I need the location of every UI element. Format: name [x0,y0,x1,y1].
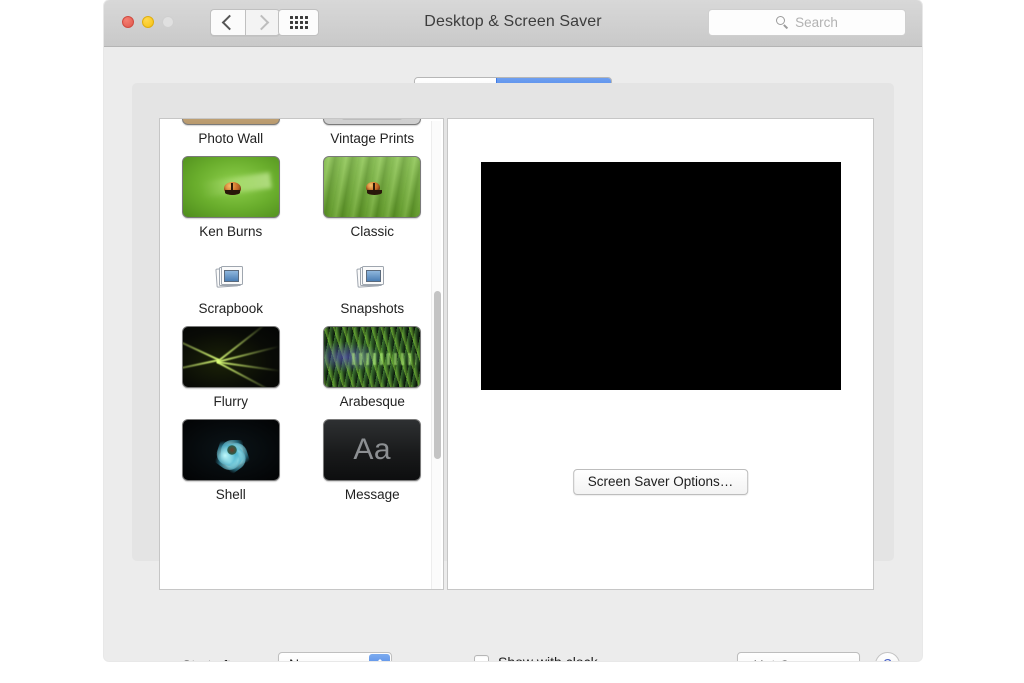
screenshot-canvas: Desktop & Screen Saver Search Desktop Sc… [0,0,1024,683]
screensaver-item-scrapbook[interactable]: Scrapbook [160,249,302,317]
screensaver-item-vintage-prints[interactable]: Vintage Prints [302,119,444,147]
message-thumbnail: Aa [323,419,422,481]
start-after-label: Start after: [182,657,247,661]
show-with-clock-label: Show with clock [498,654,598,661]
photo-wall-thumbnail [181,119,280,125]
search-input[interactable]: Search [708,9,906,36]
arabesque-thumbnail [323,326,422,388]
show-with-clock-checkbox[interactable] [474,654,489,661]
screensaver-preview-pane: Screen Saver Options… [447,118,874,590]
vintage-prints-thumbnail [323,119,422,125]
start-after-value: Never [289,656,326,661]
search-icon [776,16,789,29]
screensaver-label: Scrapbook [198,301,264,316]
screensaver-item-classic[interactable]: Classic [302,156,444,240]
preview-screen[interactable] [481,162,841,390]
shell-thumbnail [181,419,280,481]
screensaver-item-flurry[interactable]: Flurry [160,326,302,410]
system-preferences-window: Desktop & Screen Saver Search Desktop Sc… [104,0,922,661]
screensaver-list[interactable]: Photo Wall Vintage Prints Ken Burns Clas… [159,118,444,590]
list-scrollbar[interactable] [431,121,441,589]
chevron-updown-icon [369,654,390,661]
window-titlebar: Desktop & Screen Saver Search [104,0,922,47]
flurry-thumbnail [181,326,280,388]
screensaver-item-arabesque[interactable]: Arabesque [302,326,444,410]
screen-saver-options-button[interactable]: Screen Saver Options… [572,469,749,495]
screensaver-item-shell[interactable]: Shell [160,419,302,503]
screensaver-label: Snapshots [340,301,405,316]
screensaver-label: Classic [350,224,394,239]
screensaver-grid: Photo Wall Vintage Prints Ken Burns Clas… [160,119,444,503]
classic-thumbnail [323,156,422,218]
show-with-clock-row[interactable]: Show with clock [474,654,598,661]
screensaver-label: Ken Burns [199,224,263,239]
message-glyph: Aa [353,433,392,466]
screensaver-label: Photo Wall [198,131,264,146]
ken-burns-thumbnail [181,156,280,218]
scrapbook-photos-icon [215,263,246,293]
snapshots-photos-icon [356,263,387,293]
start-after-dropdown[interactable]: Never [278,652,392,661]
screensaver-label: Message [344,487,400,502]
bottom-controls: Start after: Never Show with clock Hot C… [160,649,922,661]
screensaver-label: Flurry [213,394,249,409]
hot-corners-button[interactable]: Hot Corners… [736,652,860,661]
preferences-panel: Photo Wall Vintage Prints Ken Burns Clas… [132,83,900,661]
screensaver-item-snapshots[interactable]: Snapshots [302,249,444,317]
screensaver-item-photo-wall[interactable]: Photo Wall [160,119,302,147]
screensaver-label: Arabesque [339,394,405,409]
screensaver-label: Shell [215,487,246,502]
help-button[interactable]: ? [875,652,900,661]
screensaver-item-message[interactable]: Aa Message [302,419,444,503]
search-placeholder: Search [795,15,838,30]
screensaver-label: Vintage Prints [330,131,415,146]
screensaver-item-ken-burns[interactable]: Ken Burns [160,156,302,240]
scrollbar-thumb[interactable] [434,291,441,459]
